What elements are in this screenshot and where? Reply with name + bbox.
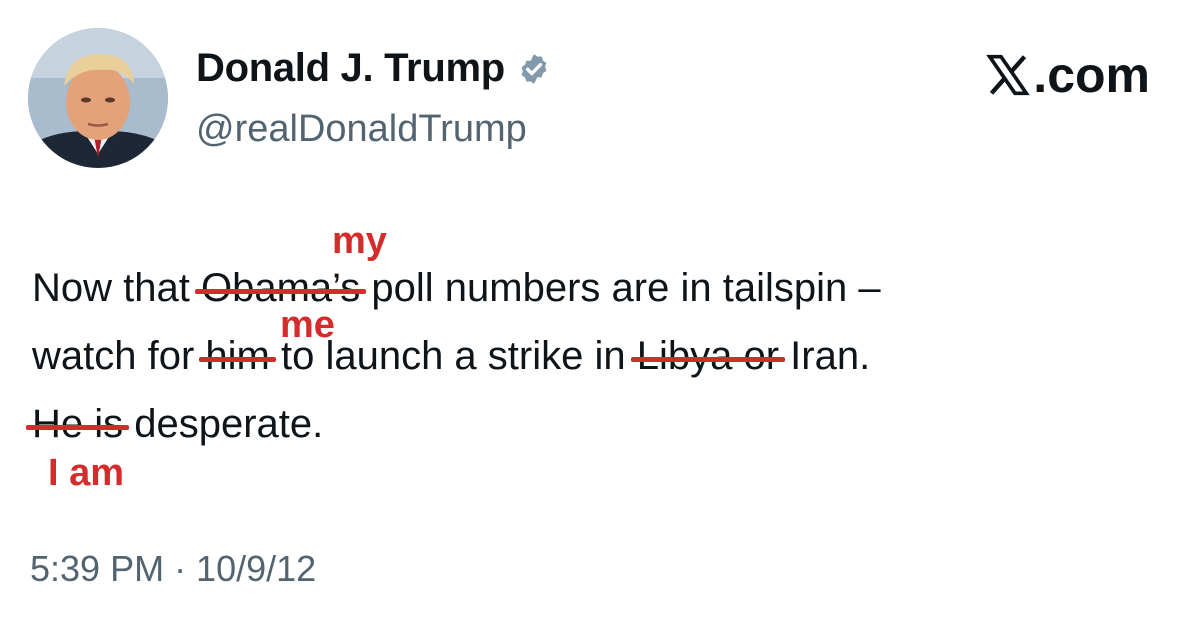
tweet-text: Now that Obama’s poll numbers are in tai… bbox=[25, 254, 881, 458]
tweet-text-segment: watch for bbox=[32, 334, 206, 378]
tweet-timestamp[interactable]: 5:39 PM · 10/9/12 bbox=[30, 548, 316, 590]
tweet-line-1: Now that Obama’s poll numbers are in tai… bbox=[32, 254, 881, 322]
tweet-text-segment: poll numbers are in tailspin – bbox=[360, 266, 881, 310]
profile-photo bbox=[28, 28, 168, 168]
annotation-my: my bbox=[332, 220, 387, 262]
verified-badge-icon bbox=[517, 52, 551, 86]
struck-him: him bbox=[199, 322, 277, 390]
tweet-line-3: He is desperate. bbox=[25, 390, 881, 458]
author-handle[interactable]: @realDonaldTrump bbox=[196, 108, 527, 151]
struck-he-is: He is bbox=[25, 390, 130, 458]
author-display-name[interactable]: Donald J. Trump bbox=[196, 46, 505, 91]
tweet-line-2: watch for him to launch a strike in Liby… bbox=[32, 322, 881, 390]
annotation-i-am: I am bbox=[48, 452, 125, 494]
site-label: .com bbox=[986, 46, 1150, 104]
site-domain: .com bbox=[1033, 47, 1150, 103]
struck-libya-or: Libya or bbox=[630, 322, 786, 390]
author-name-row: Donald J. Trump bbox=[196, 46, 551, 91]
tweet-text-segment: desperate. bbox=[123, 402, 324, 446]
annotation-me: me bbox=[280, 304, 335, 346]
avatar[interactable] bbox=[28, 28, 168, 168]
tweet-text-segment: Iran. bbox=[779, 334, 871, 378]
tweet-text-segment: Now that bbox=[32, 266, 201, 310]
x-logo-icon bbox=[986, 53, 1031, 97]
